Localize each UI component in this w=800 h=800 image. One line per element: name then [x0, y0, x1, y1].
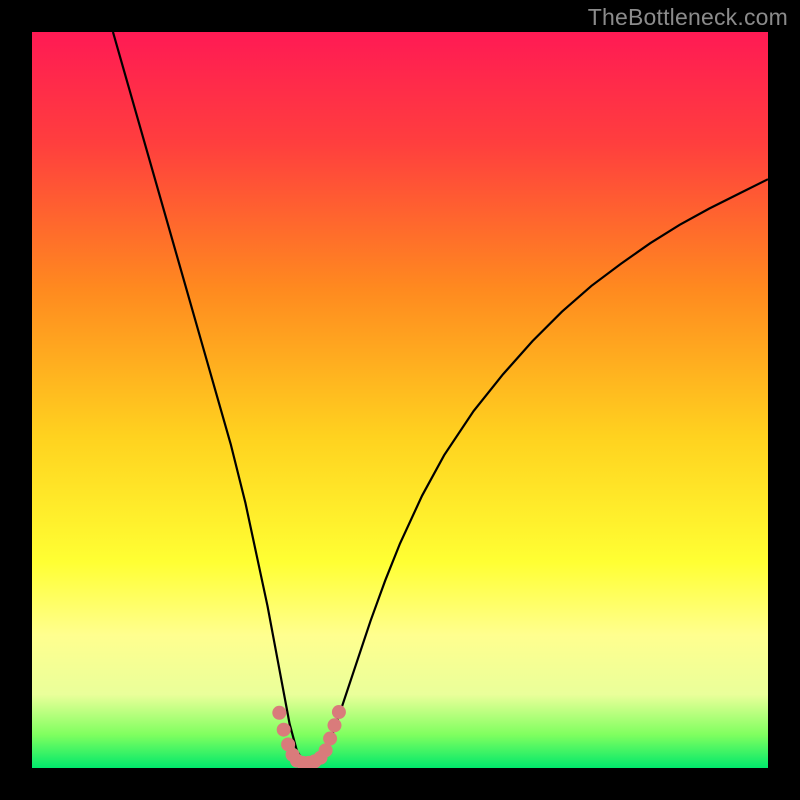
- trough-marker: [277, 723, 291, 737]
- trough-marker: [328, 718, 342, 732]
- bottleneck-chart: [0, 0, 800, 800]
- chart-frame: { "watermark": "TheBottleneck.com", "cha…: [0, 0, 800, 800]
- trough-marker: [332, 705, 346, 719]
- watermark-text: TheBottleneck.com: [588, 4, 788, 31]
- gradient-background: [32, 32, 768, 768]
- trough-marker: [272, 706, 286, 720]
- trough-marker: [323, 732, 337, 746]
